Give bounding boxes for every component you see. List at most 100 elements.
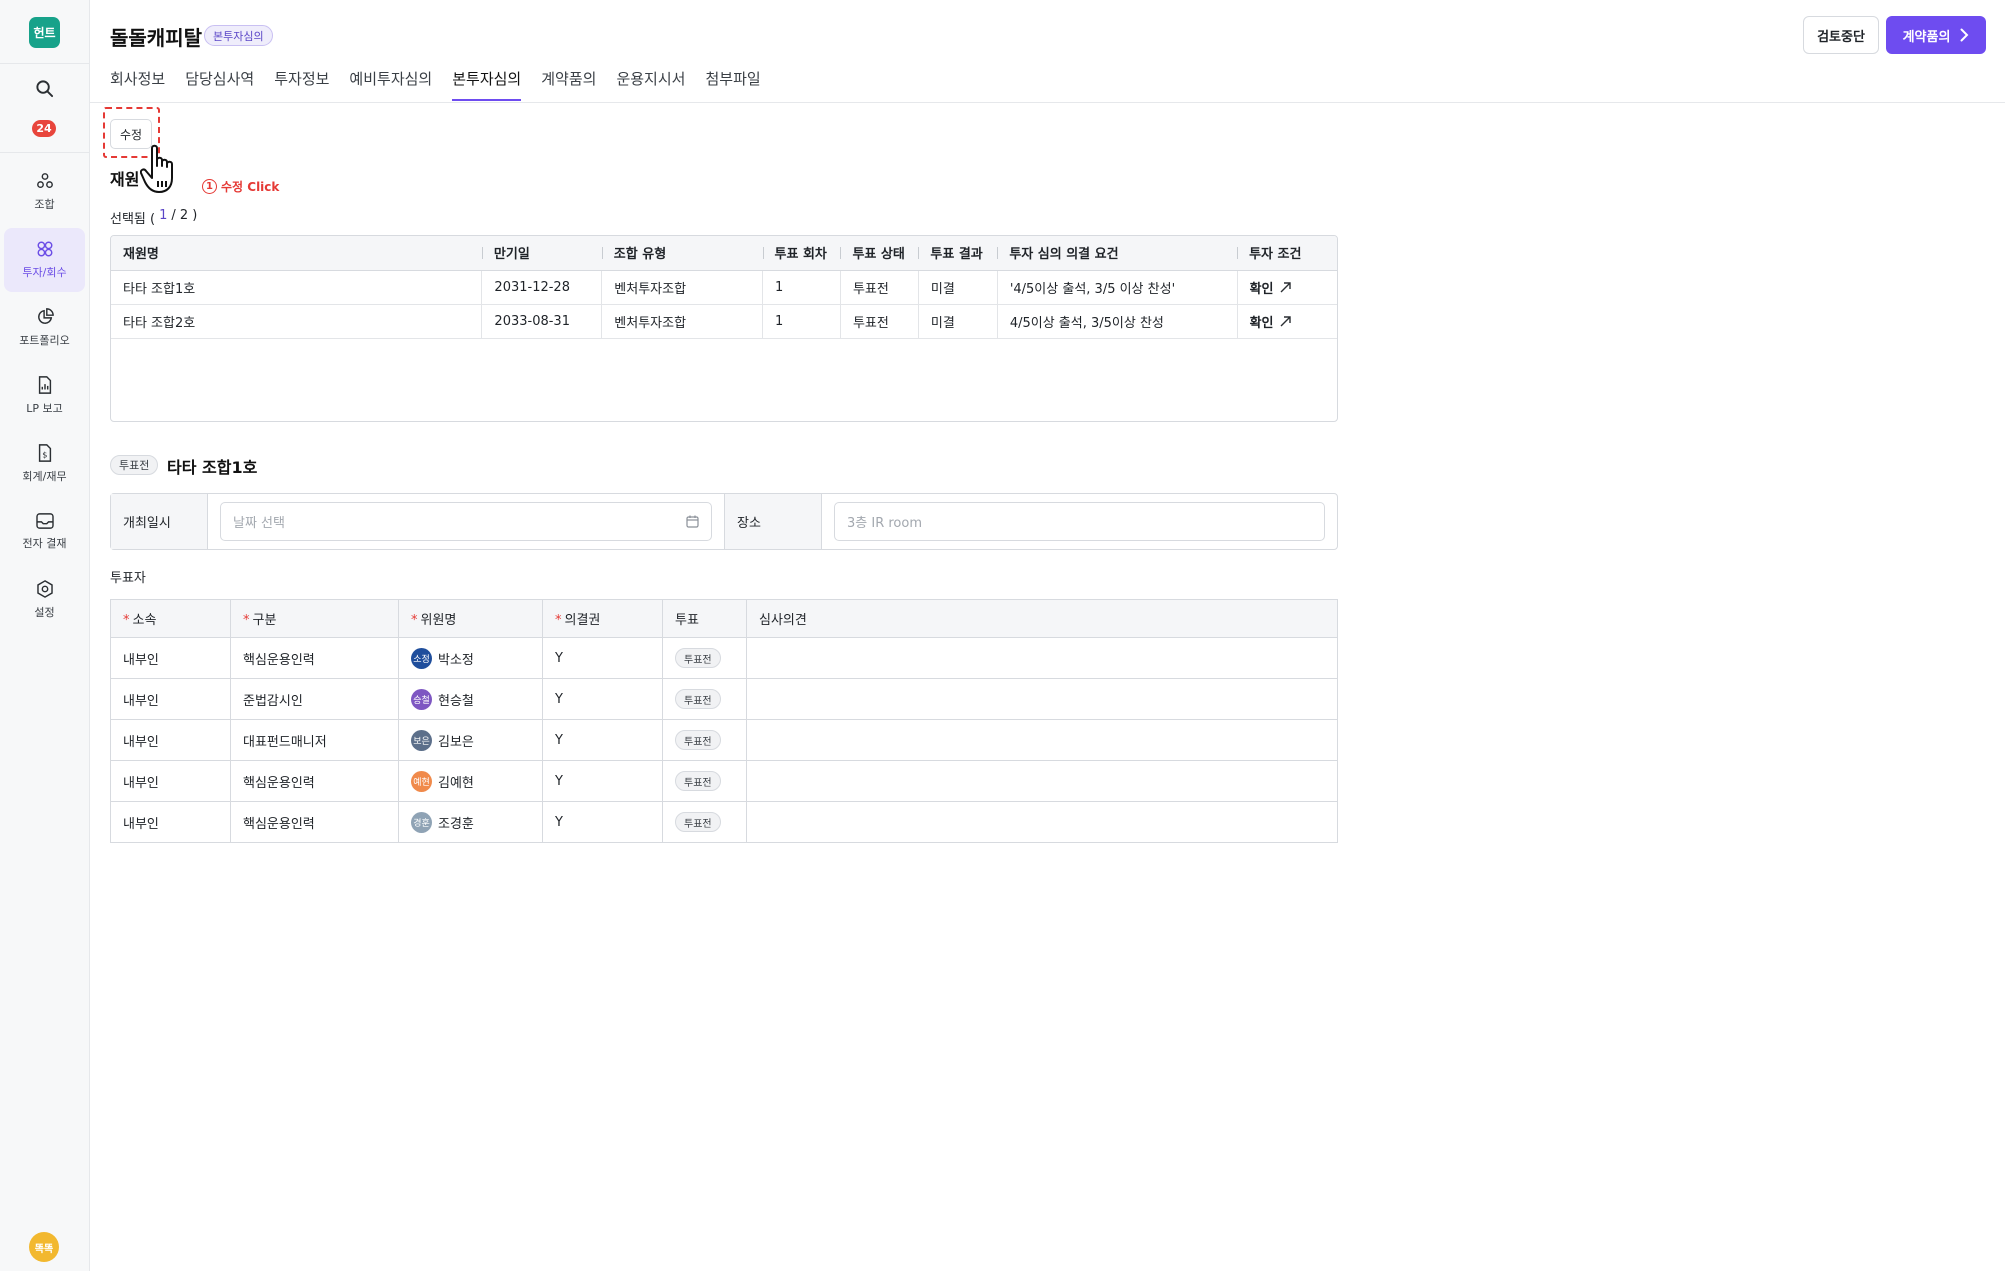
app-logo[interactable]: 헌트 xyxy=(29,17,60,48)
notification-badge[interactable]: 24 xyxy=(32,120,56,137)
vote-right-cell: Y xyxy=(542,678,663,720)
opinion-cell[interactable] xyxy=(746,801,1338,843)
column-header[interactable]: 투표 결과 xyxy=(918,236,998,271)
column-header[interactable]: 투자 조건 xyxy=(1237,236,1337,271)
org-cell: 내부인 xyxy=(110,678,231,720)
confirm-label: 확인 xyxy=(1249,315,1274,331)
sidebar-item-label: 회계/재무 xyxy=(22,470,67,483)
table-row[interactable]: 내부인 대표펀드매니저 보은 김보은 Y 투표전 xyxy=(110,719,1338,761)
table-row[interactable]: 내부인 준법감시인 승철 현승철 Y 투표전 xyxy=(110,678,1338,720)
member: 보은 김보은 xyxy=(411,729,474,751)
required-mark: * xyxy=(123,613,130,628)
sidebar-item-fund[interactable]: 조합 xyxy=(4,160,85,224)
selected-prefix: 선택됨 ( xyxy=(110,212,156,227)
external-link-icon xyxy=(1280,281,1291,292)
table-cell: 확인 xyxy=(1236,270,1337,305)
table-cell: 투표전 xyxy=(839,304,919,339)
voter-table: * 소속 * 구분 * 위원명 * 의결권 투표 심사의견 내부인 핵심운용인력 소정 박소정… xyxy=(110,599,1338,843)
sidebar-item-portfolio[interactable]: 포트폴리오 xyxy=(4,296,85,360)
user-avatar[interactable]: 똑똑 xyxy=(29,1232,59,1262)
member-cell: 승철 현승철 xyxy=(398,678,543,720)
date-picker-input[interactable]: 날짜 선택 xyxy=(220,502,712,541)
member-name: 김보은 xyxy=(438,734,474,750)
contract-approval-button[interactable]: 계약품의 xyxy=(1886,16,1986,54)
column-header: * 위원명 xyxy=(398,599,543,638)
avatar: 보은 xyxy=(411,729,432,751)
opinion-cell[interactable] xyxy=(746,678,1338,720)
table-header-row: * 소속 * 구분 * 위원명 * 의결권 투표 심사의견 xyxy=(110,599,1338,638)
search-icon[interactable] xyxy=(35,79,54,102)
annotation: 1 수정 Click xyxy=(202,178,279,195)
table-row[interactable]: 내부인 핵심운용인력 소정 박소정 Y 투표전 xyxy=(110,637,1338,679)
sidebar-item-label: LP 보고 xyxy=(26,402,63,415)
tab-reviewer[interactable]: 담당심사역 xyxy=(185,68,254,101)
confirm-label: 확인 xyxy=(1249,281,1274,297)
place-input[interactable]: 3층 IR room xyxy=(834,502,1325,541)
table-cell: 미결 xyxy=(917,304,998,339)
column-header[interactable]: 재원명 xyxy=(111,236,482,271)
sidebar-divider xyxy=(0,63,90,64)
sidebar-item-label: 투자/회수 xyxy=(22,266,67,279)
member-name: 현승철 xyxy=(438,693,474,709)
column-header[interactable]: 만기일 xyxy=(481,236,602,271)
table-row[interactable]: 내부인 핵심운용인력 예현 김예현 Y 투표전 xyxy=(110,760,1338,802)
column-header[interactable]: 조합 유형 xyxy=(601,236,763,271)
table-row[interactable]: 내부인 핵심운용인력 경훈 조경훈 Y 투표전 xyxy=(110,801,1338,843)
sidebar-item-approval[interactable]: 전자 결재 xyxy=(4,500,85,564)
fund-heading: 타타 조합1호 xyxy=(167,458,258,477)
tab-operation-order[interactable]: 운용지시서 xyxy=(616,68,685,101)
opinion-cell[interactable] xyxy=(746,760,1338,802)
table-row[interactable]: 타타 조합1호 2031-12-28 벤처투자조합 1 투표전 미결 '4/5이… xyxy=(111,270,1337,305)
inbox-icon xyxy=(35,513,54,529)
accounting-icon: $ xyxy=(38,444,51,462)
section-title: 재원 xyxy=(110,170,140,189)
date-field-cell: 날짜 선택 xyxy=(208,494,725,549)
opinion-cell[interactable] xyxy=(746,637,1338,679)
member: 예현 김예현 xyxy=(411,770,474,792)
vote-status-badge: 투표전 xyxy=(675,812,721,832)
vote-cell: 투표전 xyxy=(662,760,747,802)
vote-right-cell: Y xyxy=(542,760,663,802)
date-label: 개최일시 xyxy=(111,494,208,549)
table-row[interactable]: 타타 조합2호 2033-08-31 벤처투자조합 1 투표전 미결 4/5이상… xyxy=(111,304,1337,339)
column-header[interactable]: 투자 심의 의결 요건 xyxy=(997,236,1238,271)
column-header-label: 소속 xyxy=(132,613,157,628)
table-cell: 확인 xyxy=(1236,304,1337,339)
table-cell: 타타 조합2호 xyxy=(111,304,482,339)
opinion-cell[interactable] xyxy=(746,719,1338,761)
date-placeholder: 날짜 선택 xyxy=(233,516,285,531)
avatar: 예현 xyxy=(411,770,432,792)
column-header[interactable]: 투표 회차 xyxy=(762,236,841,271)
fund-table: 재원명 만기일 조합 유형 투표 회차 투표 상태 투표 결과 투자 심의 의결… xyxy=(110,235,1338,422)
tab-company-info[interactable]: 회사정보 xyxy=(110,68,165,101)
table-cell: 1 xyxy=(762,304,841,339)
sidebar-item-accounting[interactable]: $ 회계/재무 xyxy=(4,432,85,496)
confirm-link[interactable]: 확인 xyxy=(1250,278,1291,297)
column-header[interactable]: 투표 상태 xyxy=(840,236,919,271)
calendar-icon xyxy=(686,515,699,528)
status-badge: 본투자심의 xyxy=(204,25,273,46)
member-name: 김예현 xyxy=(438,775,474,791)
pointer-hand-icon xyxy=(139,144,186,200)
voters-label: 투표자 xyxy=(110,571,146,586)
table-cell: '4/5이상 출석, 3/5 이상 찬성' xyxy=(996,270,1238,305)
sidebar-item-invest[interactable]: 투자/회수 xyxy=(4,228,85,292)
voter-table-body: 내부인 핵심운용인력 소정 박소정 Y 투표전 내부인 준법감시인 승철 현승철 Y 투표전 내부인 대표… xyxy=(110,637,1338,843)
invest-icon xyxy=(37,241,52,257)
table-cell: 투표전 xyxy=(839,270,919,305)
column-header-label: 위원명 xyxy=(420,613,457,628)
tab-main-review[interactable]: 본투자심의 xyxy=(452,68,522,101)
sidebar: 헌트 24 조합 투자/회수 포트폴리오 LP 보고 $ 회계/재무 전자 결재… xyxy=(0,0,90,1271)
sidebar-item-settings[interactable]: 설정 xyxy=(4,568,85,632)
table-cell: 타타 조합1호 xyxy=(111,270,482,305)
tab-attachments[interactable]: 첨부파일 xyxy=(705,68,760,101)
tab-preliminary-review[interactable]: 예비투자심의 xyxy=(349,68,432,101)
table-cell: 2033-08-31 xyxy=(481,304,602,339)
tab-investment-info[interactable]: 투자정보 xyxy=(274,68,329,101)
sidebar-item-lp-report[interactable]: LP 보고 xyxy=(4,364,85,428)
tab-contract-approval[interactable]: 계약품의 xyxy=(541,68,596,101)
meeting-info: 개최일시 날짜 선택 장소 3층 IR room xyxy=(110,493,1338,550)
confirm-link[interactable]: 확인 xyxy=(1250,312,1291,331)
stop-review-button[interactable]: 검토중단 xyxy=(1803,16,1879,54)
type-cell: 핵심운용인력 xyxy=(230,801,399,843)
